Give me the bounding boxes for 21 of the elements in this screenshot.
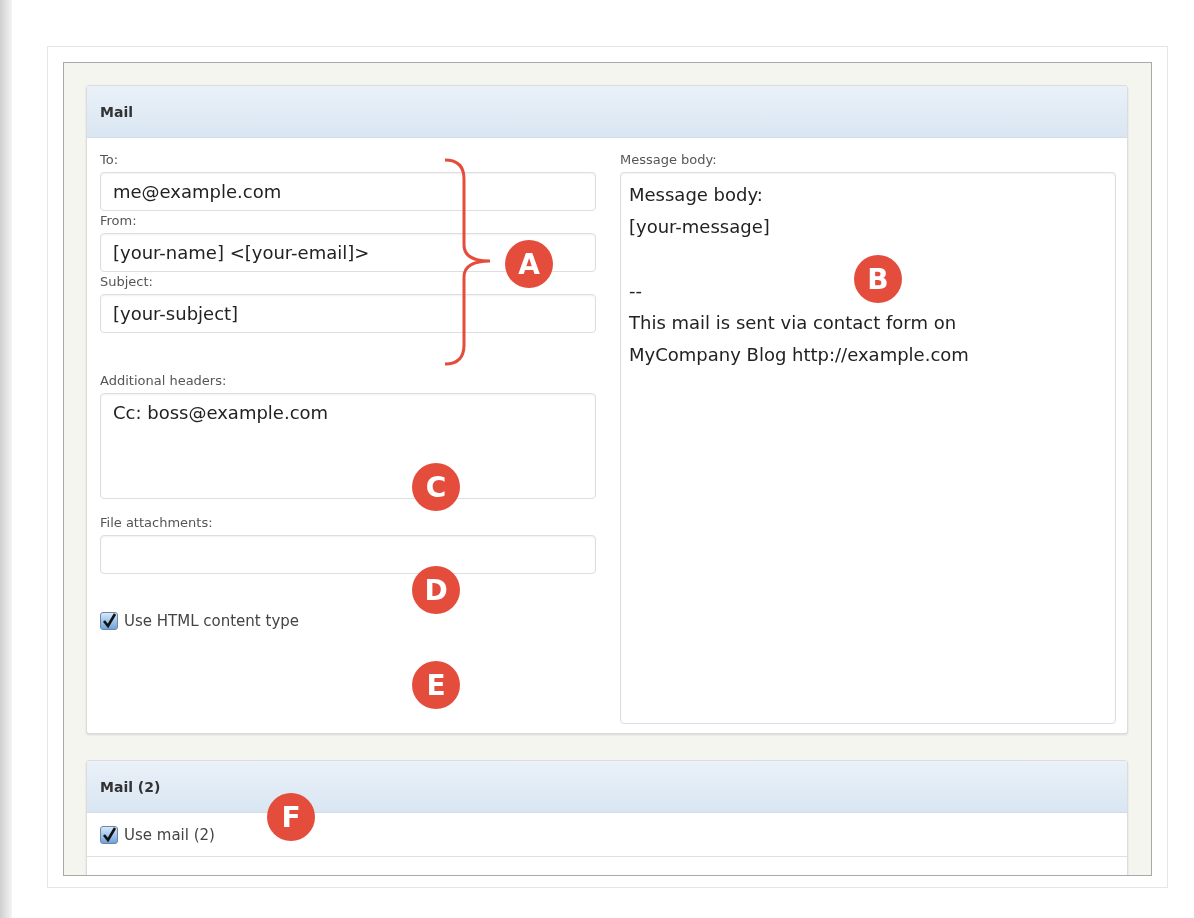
field-label: To: <box>100 152 120 167</box>
checkbox[interactable] <box>100 825 118 844</box>
checkmark-icon <box>101 826 117 843</box>
annotation-badge: C <box>412 463 460 511</box>
field-label: Subject: <box>100 274 154 289</box>
panel-title: Mail <box>87 86 1127 138</box>
field-label: From: <box>100 213 138 228</box>
checkbox-label: Use HTML content type <box>124 612 299 630</box>
checkbox-label: Use mail (2) <box>124 825 215 844</box>
checkbox[interactable] <box>100 612 118 630</box>
field-label: Message body: <box>620 152 718 167</box>
input-field[interactable]: me@example.com <box>100 172 596 211</box>
checkmark-icon <box>101 613 117 629</box>
input-field[interactable] <box>100 535 596 574</box>
annotation-badge: B <box>854 255 902 303</box>
input-field[interactable]: [your-subject] <box>100 294 596 333</box>
annotation-badge: E <box>412 661 460 709</box>
annotation-badge: D <box>412 566 460 614</box>
field-label: Additional headers: <box>100 373 228 388</box>
field-label: File attachments: <box>100 515 214 530</box>
annotation-badge: A <box>505 240 553 288</box>
